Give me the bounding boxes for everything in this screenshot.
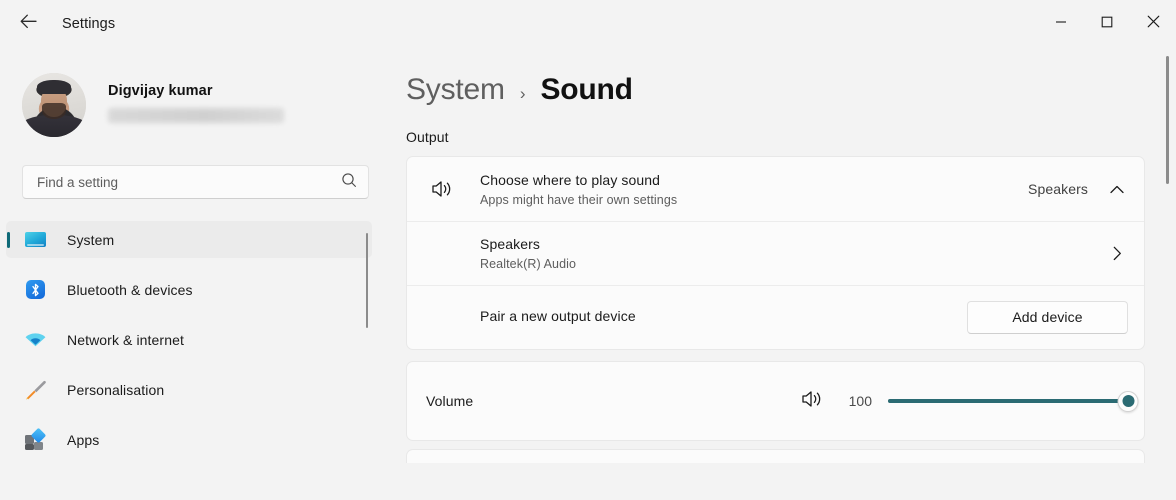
sidebar-scrollbar[interactable]	[366, 233, 368, 328]
profile-name: Digvijay kumar	[108, 82, 213, 99]
window-controls	[1038, 0, 1176, 48]
monitor-icon	[24, 229, 46, 251]
page-title: Sound	[540, 73, 634, 106]
app-title: Settings	[62, 16, 116, 32]
pair-new-output-device-row: Pair a new output device Add device	[407, 285, 1144, 349]
sidebar-item-label: Apps	[67, 431, 100, 448]
add-device-button[interactable]: Add device	[967, 300, 1128, 334]
sidebar-nav: System Bluetooth & devices Network & int…	[0, 221, 390, 500]
sidebar-item-label: Bluetooth & devices	[67, 281, 193, 298]
sidebar: Digvijay kumar Find a setting System Blu…	[0, 48, 390, 500]
arrow-left-icon	[20, 14, 37, 34]
volume-label: Volume	[426, 393, 474, 409]
volume-card: Volume 100	[406, 361, 1145, 441]
maximize-button[interactable]	[1084, 0, 1130, 48]
maximize-icon	[1101, 15, 1113, 33]
slider-thumb[interactable]	[1117, 390, 1139, 412]
slider-fill	[888, 399, 1128, 403]
speakers-device-row[interactable]: Speakers Realtek(R) Audio	[407, 221, 1144, 285]
chevron-right-icon	[1106, 246, 1128, 261]
volume-speaker-icon	[426, 178, 460, 200]
volume-speaker-icon[interactable]	[801, 388, 826, 415]
search-container	[0, 144, 390, 199]
sidebar-item-apps[interactable]: Apps	[6, 421, 372, 458]
sidebar-item-system[interactable]: System	[6, 221, 372, 258]
avatar	[22, 72, 86, 137]
sidebar-item-label: Network & internet	[67, 331, 184, 348]
sidebar-item-personalisation[interactable]: Personalisation	[6, 371, 372, 408]
selected-output-device-value: Speakers	[1028, 181, 1088, 197]
volume-row: Volume 100	[407, 362, 1144, 440]
title-bar: Settings	[0, 0, 1176, 48]
main-content: System › Sound Output Choose where to pl…	[390, 48, 1176, 500]
search-box[interactable]	[22, 165, 369, 199]
breadcrumb-parent-system[interactable]: System	[406, 73, 505, 107]
settings-window: Settings Digvijay kumar Find a setting S…	[0, 0, 1176, 500]
main-scrollbar[interactable]	[1166, 56, 1169, 184]
next-card-partial	[406, 449, 1145, 463]
close-button[interactable]	[1130, 0, 1176, 48]
minimize-button[interactable]	[1038, 0, 1084, 48]
sidebar-item-label: System	[67, 231, 115, 248]
row-subtitle: Realtek(R) Audio	[480, 256, 577, 271]
minimize-icon	[1055, 15, 1067, 33]
sidebar-item-network-internet[interactable]: Network & internet	[6, 321, 372, 358]
sidebar-item-label: Personalisation	[67, 381, 165, 398]
profile-email-redacted	[108, 107, 284, 123]
close-icon	[1147, 15, 1160, 33]
section-header-output: Output	[406, 129, 449, 145]
volume-value: 100	[848, 393, 872, 409]
search-input[interactable]	[37, 174, 341, 190]
back-button[interactable]	[11, 7, 45, 41]
row-subtitle: Apps might have their own settings	[480, 192, 678, 207]
volume-slider[interactable]	[888, 390, 1139, 412]
apps-icon	[24, 427, 47, 451]
wifi-icon	[24, 329, 46, 351]
bluetooth-icon	[24, 279, 46, 301]
sidebar-item-bluetooth-devices[interactable]: Bluetooth & devices	[6, 271, 372, 308]
row-title: Choose where to play sound	[480, 171, 661, 188]
output-card: Choose where to play sound Apps might ha…	[406, 156, 1145, 350]
chevron-right-icon: ›	[519, 84, 526, 103]
window-body: Digvijay kumar Find a setting System Blu…	[0, 48, 1176, 500]
row-title: Speakers	[480, 235, 540, 252]
row-title: Pair a new output device	[480, 308, 636, 324]
chevron-up-icon[interactable]	[1106, 185, 1128, 194]
search-icon	[341, 172, 357, 193]
user-profile[interactable]: Digvijay kumar	[0, 48, 390, 144]
choose-output-device-row[interactable]: Choose where to play sound Apps might ha…	[407, 157, 1144, 221]
paintbrush-icon	[24, 379, 46, 401]
breadcrumb: System › Sound	[406, 48, 1176, 107]
